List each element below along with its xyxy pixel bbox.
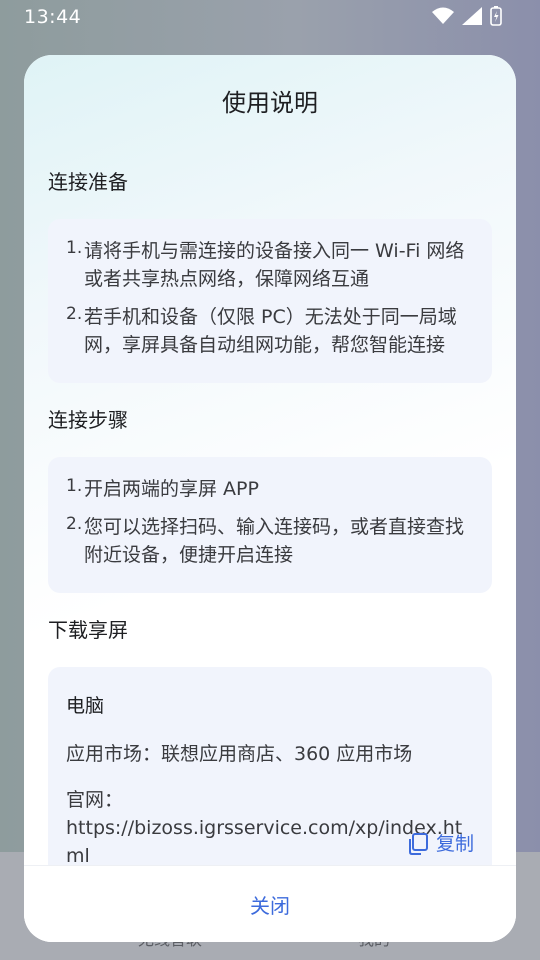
signal-icon — [462, 7, 482, 25]
app-market-text: 应用市场：联想应用商店、360 应用市场 — [66, 743, 413, 765]
official-site-row: 官网： https://bizoss.igrsservice.com/xp/in… — [66, 786, 474, 865]
copy-label: 复制 — [435, 833, 474, 855]
list-item: 2. 若手机和设备（仅限 PC）无法处于同一局域网，享屏具备自动组网功能，帮您智… — [66, 303, 474, 359]
step-text: 请将手机与需连接的设备接入同一 Wi-Fi 网络或者共享热点网络，保障网络互通 — [84, 240, 465, 290]
card-prep: 1. 请将手机与需连接的设备接入同一 Wi-Fi 网络或者共享热点网络，保障网络… — [48, 219, 492, 383]
step-number: 2. — [66, 514, 83, 534]
list-item: 1. 请将手机与需连接的设备接入同一 Wi-Fi 网络或者共享热点网络，保障网络… — [66, 237, 474, 293]
step-number: 1. — [66, 476, 83, 496]
card-steps: 1. 开启两端的享屏 APP 2. 您可以选择扫码、输入连接码，或者直接查找附近… — [48, 457, 492, 593]
copy-button[interactable]: 复制 — [406, 830, 474, 858]
dialog-content-scroll[interactable]: 连接准备 1. 请将手机与需连接的设备接入同一 Wi-Fi 网络或者共享热点网络… — [48, 155, 492, 865]
status-icons — [432, 6, 502, 26]
dialog-title: 使用说明 — [222, 89, 318, 117]
card-download-pc: 电脑 应用市场：联想应用商店、360 应用市场 官网： https://bizo… — [48, 667, 492, 865]
copy-icon — [408, 833, 428, 855]
section-title-download: 下载享屏 — [48, 618, 128, 642]
section-title-steps: 连接步骤 — [48, 408, 128, 432]
close-button[interactable]: 关闭 — [24, 866, 516, 942]
list-item: 2. 您可以选择扫码、输入连接码，或者直接查找附近设备，便捷开启连接 — [66, 513, 474, 569]
step-number: 2. — [66, 304, 83, 324]
step-text: 开启两端的享屏 APP — [84, 478, 259, 500]
dialog-footer: 关闭 — [24, 865, 516, 942]
section-title-prep: 连接准备 — [48, 170, 128, 194]
step-text: 您可以选择扫码、输入连接码，或者直接查找附近设备，便捷开启连接 — [84, 516, 465, 566]
platform-heading: 电脑 — [66, 695, 105, 717]
status-time: 13:44 — [24, 6, 82, 28]
step-text: 若手机和设备（仅限 PC）无法处于同一局域网，享屏具备自动组网功能，帮您智能连接 — [84, 306, 457, 356]
battery-icon — [490, 6, 502, 26]
wifi-icon — [432, 7, 454, 24]
usage-instructions-dialog: 使用说明 连接准备 1. 请将手机与需连接的设备接入同一 Wi-Fi 网络或者共… — [24, 55, 516, 942]
list-item: 1. 开启两端的享屏 APP — [66, 475, 474, 503]
official-site-label: 官网： — [66, 789, 124, 811]
step-number: 1. — [66, 238, 83, 258]
status-bar: 13:44 — [0, 0, 540, 34]
